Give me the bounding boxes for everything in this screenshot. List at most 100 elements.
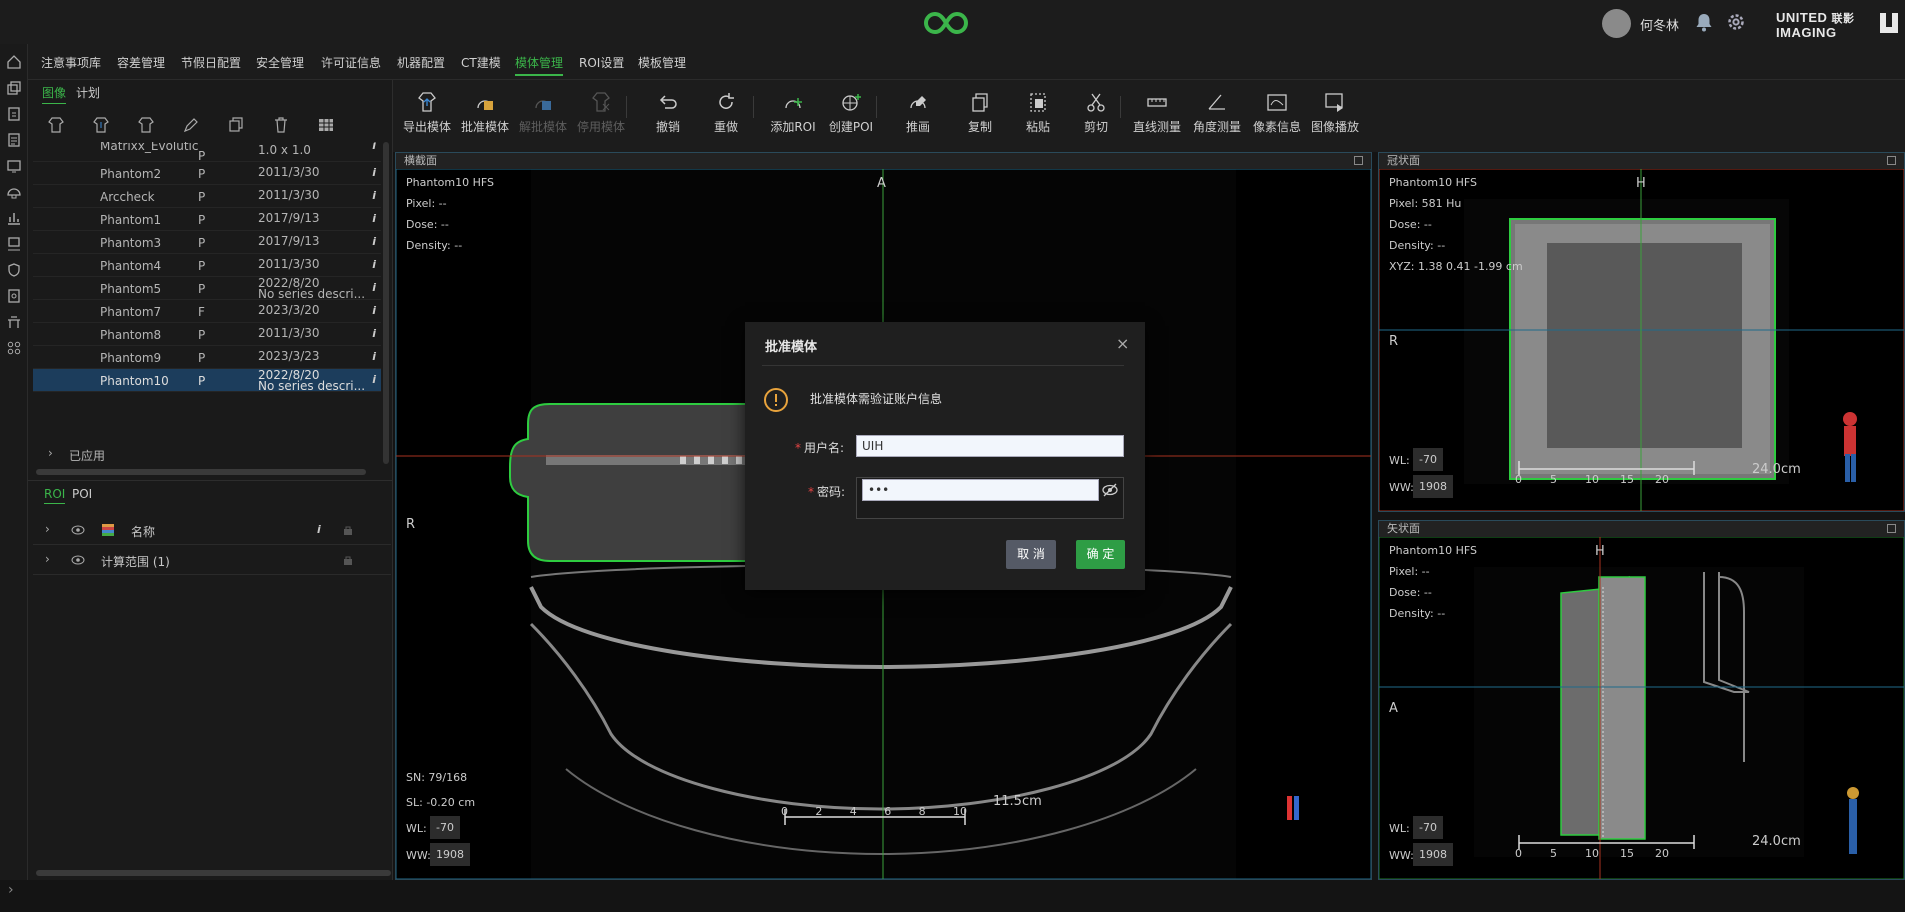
toolbar-button[interactable]: 图像播放 [1306,90,1364,135]
user-name[interactable]: 何冬林 [1640,15,1679,34]
phantom-row[interactable]: Phantom2 P 2011/3/30 i [33,162,381,185]
menu-item[interactable]: 容差管理 [117,54,165,71]
phantom-row[interactable]: Phantom1 P 2017/9/13 i [33,208,381,231]
coronal-viewport[interactable]: 冠状面 Phantom10 HFS Pixel: 581 Hu Dose: --… [1378,152,1905,512]
menu-item[interactable]: 许可证信息 [321,54,381,71]
roi-row[interactable]: › 计算范围 (1) [33,545,391,575]
helmet-icon[interactable] [6,184,22,200]
close-icon[interactable]: × [1116,334,1129,353]
menu-item[interactable]: 安全管理 [256,54,304,71]
info-icon[interactable]: i [372,212,376,225]
toolbar-button[interactable]: 解批模体 [514,90,572,135]
toolbar-button[interactable]: 停用模体 [572,90,630,135]
lock-icon[interactable] [343,525,353,535]
info-icon[interactable]: i [372,373,376,386]
gear-icon[interactable] [1725,11,1747,33]
cancel-button[interactable]: 取 消 [1006,540,1056,569]
applied-group[interactable]: › 已应用 [33,440,381,467]
chart-icon[interactable] [6,210,22,226]
password-input[interactable] [862,479,1099,501]
toolbar-button[interactable]: 重做 [697,90,755,135]
edit-phantom-icon[interactable] [137,116,155,134]
lock-icon[interactable] [343,555,353,565]
phantom-row[interactable]: Phantom4 P 2011/3/30 i [33,254,381,277]
info-icon[interactable]: i [372,258,376,271]
toolbar-button[interactable]: 直线测量 [1128,90,1186,135]
menu-item[interactable]: 模体管理 [515,54,564,76]
toolbar-button[interactable]: 批准模体 [456,90,514,135]
roi-hscrollbar[interactable] [36,870,391,876]
info-icon[interactable]: i [372,142,376,152]
menu-item[interactable]: 节假日配置 [181,54,241,71]
info-icon[interactable]: i [317,523,321,536]
menu-item[interactable]: ROI设置 [579,54,624,71]
chevron-right-icon[interactable]: › [45,522,50,536]
toolbar-button[interactable]: 撤销 [639,90,697,135]
phantom-row[interactable]: Phantom9 P 2023/3/23 i [33,346,381,369]
coronal-wl-value[interactable]: -70 [1413,448,1443,471]
confirm-button[interactable]: 确 定 [1076,540,1125,569]
info-icon[interactable]: i [372,304,376,317]
avatar[interactable] [1602,9,1631,38]
eye-hidden-icon[interactable] [1101,481,1119,499]
chevron-right-icon[interactable]: › [45,552,50,566]
couch-icon[interactable] [6,314,22,330]
maximize-icon[interactable] [1354,156,1363,165]
axial-wl-value[interactable]: -70 [430,816,460,839]
toolbar-button[interactable]: 导出模体 [398,90,456,135]
username-input[interactable] [856,435,1124,457]
phantom-row[interactable]: Phantom3 P 2017/9/13 i [33,231,381,254]
info-icon[interactable]: i [372,189,376,202]
list-hscrollbar[interactable] [36,469,366,475]
menu-item[interactable]: 注意事项库 [41,54,101,71]
layers-icon[interactable] [6,80,22,96]
monitor-icon[interactable] [6,158,22,174]
document-icon[interactable] [6,132,22,148]
trash-icon[interactable] [272,116,290,134]
toolbar-button[interactable]: 添加ROI [764,90,822,135]
phantom-row[interactable]: Phantom7 F 2023/3/20 i [33,300,381,323]
machine-icon[interactable] [6,236,22,252]
eye-icon[interactable] [71,525,85,535]
info-icon[interactable]: i [372,281,376,294]
toolbar-button[interactable]: 角度测量 [1188,90,1246,135]
home-icon[interactable] [6,54,22,70]
menu-item[interactable]: CT建模 [461,54,501,71]
info-icon[interactable]: i [372,235,376,248]
clipboard-icon[interactable] [6,106,22,122]
menu-item[interactable]: 机器配置 [397,54,445,71]
report-icon[interactable] [6,288,22,304]
toolbar-button[interactable]: 创建POI [822,90,880,135]
tab-poi[interactable]: POI [72,487,92,501]
toolbar-button[interactable]: 粘贴 [1009,90,1067,135]
info-icon[interactable]: i [372,350,376,363]
eye-icon[interactable] [71,555,85,565]
maximize-icon[interactable] [1887,156,1896,165]
maximize-icon[interactable] [1887,524,1896,533]
shield-icon[interactable] [6,262,22,278]
export-phantom-icon[interactable] [92,116,110,134]
axial-ww-value[interactable]: 1908 [430,843,470,866]
phantom-row[interactable]: Phantom8 P 2011/3/30 i [33,323,381,346]
import-phantom-icon[interactable] [47,116,65,134]
tab-plan[interactable]: 计划 [76,84,100,101]
phantom-row[interactable]: Matrixx_Evolutic P 1.0 x 1.0 i [33,142,381,162]
coronal-ww-value[interactable]: 1908 [1413,475,1453,498]
toolbar-button[interactable]: 复制 [951,90,1009,135]
copy-icon[interactable] [227,116,245,134]
menu-item[interactable]: 模板管理 [638,54,686,71]
apps-icon[interactable] [6,340,22,356]
table-icon[interactable] [317,116,335,134]
tab-roi[interactable]: ROI [44,487,66,504]
info-icon[interactable]: i [372,327,376,340]
toolbar-button[interactable]: 剪切 [1067,90,1125,135]
toolbar-button[interactable]: 推画 [889,90,947,135]
phantom-row[interactable]: Arccheck P 2011/3/30 i [33,185,381,208]
sagittal-wl-value[interactable]: -70 [1413,816,1443,839]
expand-icon[interactable]: › [8,882,14,898]
toolbar-button[interactable]: 像素信息 [1248,90,1306,135]
phantom-row[interactable]: Phantom5 P 2022/8/20 No series descri... i [33,277,381,300]
sagittal-ww-value[interactable]: 1908 [1413,843,1453,866]
tab-image[interactable]: 图像 [42,84,67,104]
sagittal-viewport[interactable]: 矢状面 Phantom10 HFS Pixel: -- Dose: -- Den… [1378,520,1905,880]
